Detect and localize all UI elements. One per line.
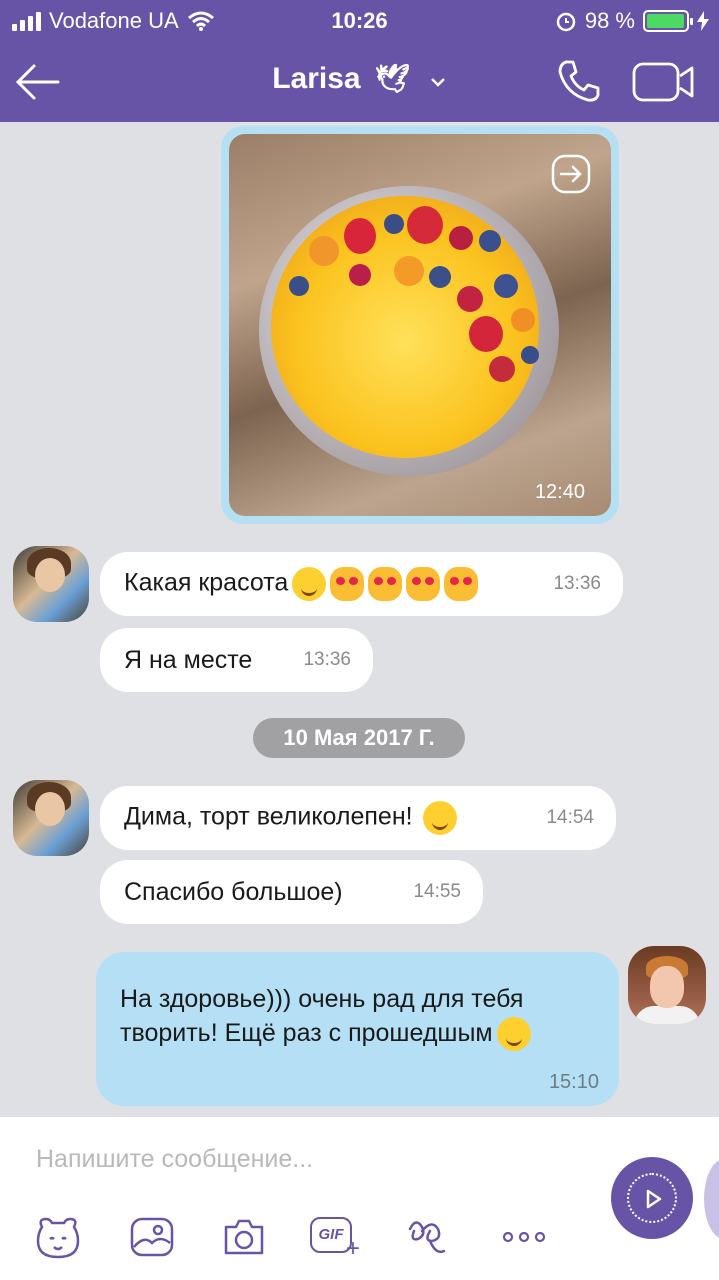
contact-avatar[interactable] <box>13 546 89 622</box>
message-time: 13:36 <box>303 649 351 670</box>
smiling-face-emoji <box>292 567 327 601</box>
battery-icon <box>643 10 693 32</box>
date-separator: 10 Мая 2017 Г. <box>253 718 465 758</box>
incoming-message-bubble[interactable]: Я на месте 13:36 <box>100 628 373 692</box>
my-avatar[interactable] <box>628 946 706 1024</box>
battery-percent: 98 % <box>584 8 635 33</box>
side-panel-peek[interactable] <box>704 1159 719 1239</box>
berries-decoration <box>289 196 539 382</box>
video-camera-icon[interactable] <box>632 60 696 104</box>
message-time: 13:36 <box>553 573 601 594</box>
charging-icon <box>697 11 709 31</box>
dove-emoji: 🕊 <box>374 63 411 94</box>
camera-icon[interactable] <box>220 1213 268 1261</box>
outgoing-message-bubble[interactable]: На здоровье))) очень рад для тебя творит… <box>96 952 619 1106</box>
contact-title[interactable]: Larisa 🕊 <box>0 62 719 96</box>
message-text: Спасибо большое) <box>124 877 343 906</box>
chat-header: Vodafone UA 10:26 98 % Larisa 🕊 <box>0 0 719 122</box>
more-icon[interactable] <box>500 1213 548 1261</box>
photo-time: 12:40 <box>534 481 585 503</box>
alarm-icon <box>556 12 576 32</box>
incoming-message-bubble[interactable]: Спасибо большое) 14:55 <box>100 860 483 924</box>
message-text: Дима, торт великолепен! <box>124 802 413 831</box>
play-icon <box>646 1189 662 1209</box>
nav-bar: Larisa 🕊 <box>0 50 719 116</box>
send-voice-button[interactable] <box>611 1157 693 1239</box>
doodle-icon[interactable] <box>404 1213 452 1261</box>
message-text: На здоровье))) очень рад для тебя творит… <box>120 985 524 1047</box>
message-composer: Напишите сообщение... GIF + <box>0 1117 719 1280</box>
composer-toolbar: GIF + <box>0 1213 600 1265</box>
heart-eyes-cat-emoji <box>330 567 365 601</box>
gif-icon[interactable]: GIF + <box>310 1213 364 1261</box>
chevron-down-icon <box>430 78 445 87</box>
heart-eyes-cat-emoji <box>368 567 403 601</box>
heart-eyes-cat-emoji <box>444 567 479 601</box>
chat-area[interactable]: 12:40 Какая красота 13:36 Я на месте 13:… <box>0 122 719 1117</box>
message-time: 14:54 <box>546 807 594 828</box>
plus-icon: + <box>346 1235 361 1262</box>
contact-name: Larisa <box>272 62 361 95</box>
message-input[interactable]: Напишите сообщение... <box>36 1145 313 1174</box>
smiling-face-emoji <box>496 1017 531 1052</box>
message-text: Какая красота <box>124 568 289 597</box>
kissing-face-emoji <box>422 801 457 835</box>
status-bar: Vodafone UA 10:26 98 % <box>0 6 719 36</box>
message-time: 15:10 <box>548 1071 599 1093</box>
gallery-icon[interactable] <box>128 1213 176 1261</box>
forward-icon[interactable] <box>551 154 591 194</box>
photo-message[interactable]: 12:40 <box>221 126 619 524</box>
heart-eyes-cat-emoji <box>406 567 441 601</box>
incoming-message-bubble[interactable]: Какая красота 13:36 <box>100 552 623 616</box>
sticker-bear-icon[interactable] <box>34 1213 82 1261</box>
contact-avatar[interactable] <box>13 780 89 856</box>
status-right: 98 % <box>555 8 709 34</box>
incoming-message-bubble[interactable]: Дима, торт великолепен! 14:54 <box>100 786 616 850</box>
phone-icon[interactable] <box>556 58 602 104</box>
message-time: 14:55 <box>413 881 461 902</box>
cake-photo[interactable]: 12:40 <box>229 134 611 516</box>
message-text: Я на месте <box>124 645 253 674</box>
